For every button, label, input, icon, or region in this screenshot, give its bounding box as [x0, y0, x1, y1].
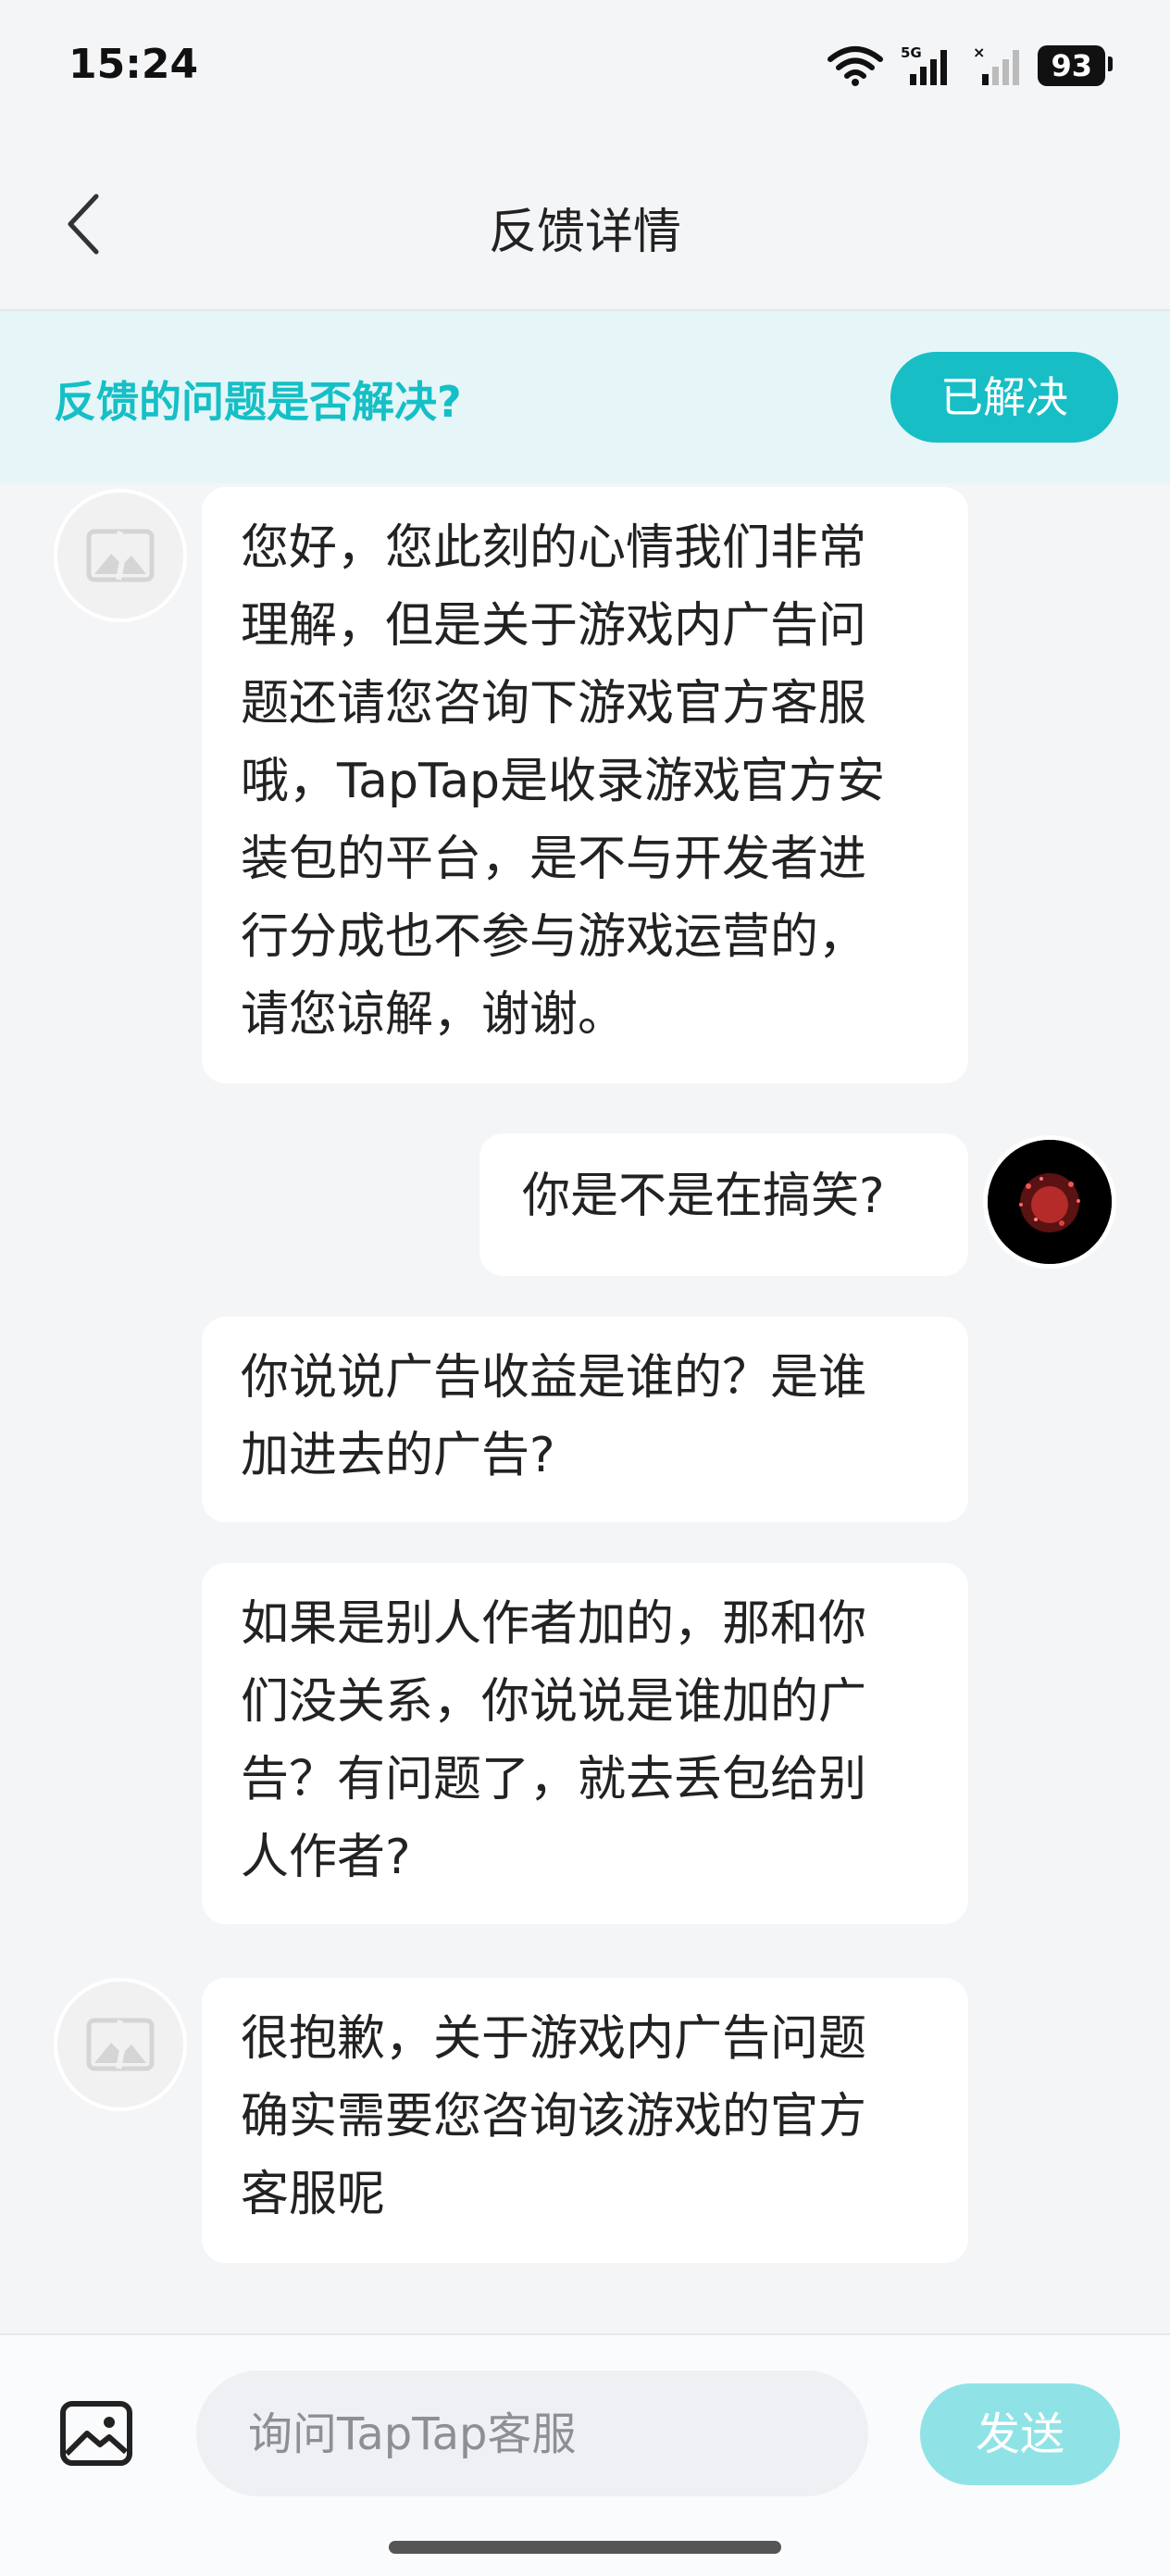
image-upload-button[interactable] — [57, 2395, 135, 2472]
battery-indicator: 93 — [1038, 45, 1113, 86]
message-text-line: 加进去的广告? — [241, 1428, 555, 1483]
message-input[interactable] — [246, 2402, 842, 2467]
signal-weak-icon: × — [973, 44, 1020, 85]
image-placeholder-icon — [86, 529, 155, 582]
send-button[interactable]: 发送 — [920, 2383, 1120, 2485]
page-title: 反馈详情 — [488, 205, 681, 260]
message-text-line: 哦，TapTap是收录游戏官方安 — [241, 754, 886, 809]
support-avatar — [54, 489, 187, 622]
user-avatar — [983, 1135, 1116, 1269]
image-icon — [60, 2401, 132, 2466]
image-placeholder-icon — [86, 2018, 155, 2071]
status-bar: 15:24 5G × 93 — [0, 0, 1170, 139]
message-text-line: 行分成也不参与游戏运营的， — [241, 909, 867, 965]
resolved-button[interactable]: 已解决 — [890, 352, 1118, 443]
message-text-line: 客服呢 — [241, 2167, 386, 2222]
message-text-line: 您好，您此刻的心情我们非常 — [241, 520, 867, 576]
network-type-label: 5G — [901, 44, 922, 61]
support-avatar — [54, 1978, 187, 2111]
message-text-line: 如果是别人作者加的，那和你 — [241, 1596, 867, 1652]
message-text-line: 装包的平台，是不与开发者进 — [241, 832, 867, 887]
resolution-banner: 反馈的问题是否解决? 已解决 — [0, 311, 1170, 483]
wifi-icon — [828, 46, 884, 86]
message-bubble-user: 你是不是在搞笑? — [479, 1133, 968, 1276]
message-text-line: 题还请您咨询下游戏官方客服 — [241, 676, 867, 732]
message-bubble-support: 很抱歉，关于游戏内广告问题 确实需要您咨询该游戏的官方 客服呢 — [202, 1978, 968, 2263]
status-icons: 5G × 93 — [827, 44, 1113, 87]
message-text-line: 人作者? — [241, 1830, 411, 1885]
message-text-line: 们没关系，你说说是谁加的广 — [241, 1674, 867, 1730]
message-text-line: 理解，但是关于游戏内广告问 — [241, 598, 867, 654]
message-text-line: 你是不是在搞笑? — [522, 1169, 885, 1224]
message-input-container — [196, 2370, 868, 2496]
message-bubble-user: 你说说广告收益是谁的？是谁 加进去的广告? — [202, 1317, 968, 1522]
message-text-line: 你说说广告收益是谁的？是谁 — [241, 1350, 867, 1406]
nav-bar: 反馈详情 — [0, 139, 1170, 311]
message-bubble-support: 您好，您此刻的心情我们非常 理解，但是关于游戏内广告问 题还请您咨询下游戏官方客… — [202, 487, 968, 1083]
signal-5g-icon: 5G — [901, 44, 948, 85]
svg-text:×: × — [973, 44, 985, 61]
status-time: 15:24 — [68, 41, 199, 88]
message-text-line: 很抱歉，关于游戏内广告问题 — [241, 2011, 867, 2067]
message-text-line: 确实需要您咨询该游戏的官方 — [241, 2089, 867, 2145]
message-bubble-user: 如果是别人作者加的，那和你 们没关系，你说说是谁加的广 告？有问题了，就去丢包给… — [202, 1563, 968, 1924]
message-text-line: 告？有问题了，就去丢包给别 — [241, 1752, 867, 1807]
message-text-line: 请您谅解，谢谢。 — [241, 987, 627, 1043]
composer-bar: 发送 — [0, 2333, 1170, 2576]
home-indicator[interactable] — [389, 2541, 781, 2554]
resolution-question: 反馈的问题是否解决? — [54, 377, 462, 427]
red-particle-avatar-image — [988, 1140, 1112, 1264]
